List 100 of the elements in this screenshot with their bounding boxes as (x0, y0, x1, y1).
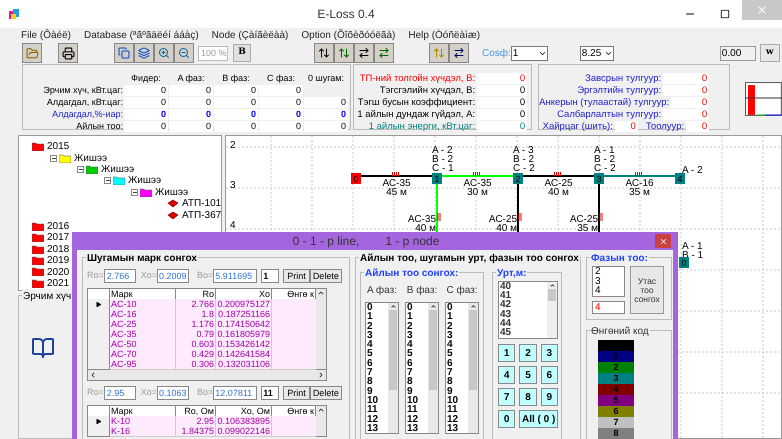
tree-item[interactable]: 2015 (47, 139, 70, 154)
number-key[interactable]: 3 (540, 344, 558, 362)
list-option[interactable]: 2 (595, 267, 624, 276)
list-option[interactable]: 12 (447, 414, 468, 424)
list-option[interactable]: 6 (447, 358, 468, 368)
phase-count-field[interactable]: 4 (592, 301, 625, 314)
collapse-toggle[interactable] (77, 166, 84, 173)
number-key[interactable]: 8 (519, 388, 537, 406)
list-option[interactable]: 3 (595, 276, 624, 286)
node-marker[interactable]: 3 (594, 173, 604, 184)
list-option[interactable]: 1 (407, 312, 428, 322)
list-option[interactable]: 5 (447, 349, 468, 359)
delete-button[interactable]: Delete (310, 386, 342, 400)
split-button[interactable] (449, 43, 469, 63)
number-key[interactable]: 4 (498, 366, 516, 384)
list-option[interactable]: 9 (367, 386, 388, 396)
list-option[interactable]: 13 (367, 424, 388, 434)
household-list[interactable]: 0 1 2 3 4 5 6 7 8 9 10 11 12 13 (405, 302, 439, 434)
zoom-in-button[interactable] (154, 43, 174, 63)
scrollbar-thumb[interactable] (469, 310, 477, 390)
list-option[interactable]: 3 (447, 330, 468, 340)
horizontal-scrollbar[interactable] (88, 369, 326, 380)
vertical-scrollbar[interactable] (316, 289, 326, 369)
count-field[interactable]: 11 (261, 386, 280, 400)
number-key[interactable]: All ( 0 ) (519, 410, 558, 428)
list-option[interactable]: 4 (407, 340, 428, 350)
number-key[interactable]: 0 (498, 410, 516, 428)
list-option[interactable]: 7 (447, 368, 468, 378)
list-option[interactable]: 4 (447, 340, 468, 350)
collapse-toggle[interactable] (50, 154, 57, 162)
scrollbar-thumb[interactable] (389, 310, 397, 390)
list-option[interactable]: 5 (367, 349, 388, 359)
maximize-button[interactable] (720, 9, 730, 19)
menu-item[interactable]: Option (Õîõèðóóëãà) (301, 28, 396, 42)
list-option[interactable]: 11 (447, 405, 468, 415)
list-option[interactable]: 0 (407, 303, 428, 312)
number-key[interactable]: 2 (519, 344, 537, 362)
print-button[interactable]: Print (283, 268, 310, 282)
list-option[interactable]: 9 (407, 386, 428, 396)
delete-button[interactable]: Delete (310, 268, 342, 282)
collapse-toggle[interactable] (131, 188, 138, 196)
layers-button[interactable] (134, 43, 154, 63)
row-indicator[interactable] (88, 299, 110, 310)
length-list[interactable]: 40 41 42 43 44 45 (498, 281, 558, 339)
dialog-close-button[interactable] (655, 234, 671, 248)
node-marker[interactable]: 4 (675, 173, 685, 184)
node-marker[interactable]: 0 (679, 257, 689, 268)
wire-count-button[interactable]: Утас тоо сонгох (630, 266, 664, 314)
list-option[interactable]: 4 (367, 340, 388, 350)
book-icon[interactable] (31, 336, 55, 360)
list-option[interactable]: 41 (500, 291, 547, 300)
list-option[interactable]: 0 (367, 303, 388, 312)
menu-item[interactable]: Database (ªãºãäëéí ááàç) (84, 28, 199, 42)
list-option[interactable]: 12 (407, 414, 428, 424)
list-option[interactable]: 44 (500, 318, 547, 328)
list-option[interactable]: 1 (367, 312, 388, 322)
list-option[interactable]: 6 (367, 358, 388, 368)
copy-button[interactable] (114, 43, 134, 63)
list-option[interactable]: 11 (367, 405, 388, 415)
list-option[interactable]: 10 (367, 396, 388, 406)
bold-button[interactable]: B (233, 44, 251, 62)
number-key[interactable]: 9 (540, 388, 558, 406)
list-option[interactable]: 1 (447, 312, 468, 322)
number-key[interactable]: 5 (519, 366, 537, 384)
row-indicator[interactable] (88, 416, 110, 427)
list-option[interactable]: 2 (367, 322, 388, 331)
vertical-link-button[interactable] (334, 43, 354, 63)
menu-item[interactable]: File (Ôàéë) (21, 28, 72, 42)
list-option[interactable]: 7 (367, 368, 388, 378)
w-button[interactable]: w (760, 44, 780, 62)
list-option[interactable]: 8 (407, 377, 428, 387)
number-key[interactable]: 1 (498, 344, 516, 362)
list-option[interactable]: 12 (367, 414, 388, 424)
list-option[interactable]: 45 (500, 328, 547, 338)
household-list[interactable]: 0 1 2 3 4 5 6 7 8 9 10 11 12 13 (365, 302, 399, 434)
right-link-button[interactable] (354, 43, 374, 63)
count-field[interactable]: 1 (261, 268, 280, 282)
number-key[interactable]: 7 (498, 388, 516, 406)
list-option[interactable]: 9 (447, 386, 468, 396)
list-option[interactable]: 6 (407, 358, 428, 368)
collapse-toggle[interactable] (104, 177, 111, 184)
list-option[interactable]: 13 (407, 424, 428, 434)
print-toolbar-button[interactable] (58, 43, 78, 63)
list-option[interactable]: 13 (447, 424, 468, 434)
node-marker[interactable]: 2 (513, 173, 523, 184)
list-option[interactable]: 10 (447, 396, 468, 406)
list-option[interactable]: 40 (500, 282, 547, 292)
list-option[interactable]: 7 (407, 368, 428, 378)
list-option[interactable]: 0 (447, 303, 468, 312)
zoom-out-button[interactable] (174, 43, 194, 63)
voltage-select[interactable]: 8.25 (580, 46, 614, 60)
list-option[interactable]: 3 (367, 330, 388, 340)
list-option[interactable]: 5 (407, 349, 428, 359)
open-folder-button[interactable] (22, 43, 42, 63)
menu-item[interactable]: Help (Òóñëàìæ) (408, 28, 480, 42)
print-button[interactable]: Print (283, 386, 310, 400)
vertical-arrows-button[interactable] (314, 43, 334, 63)
scrollbar-thumb[interactable] (548, 289, 556, 301)
list-option[interactable]: 11 (407, 405, 428, 415)
list-option[interactable]: 2 (407, 322, 428, 331)
